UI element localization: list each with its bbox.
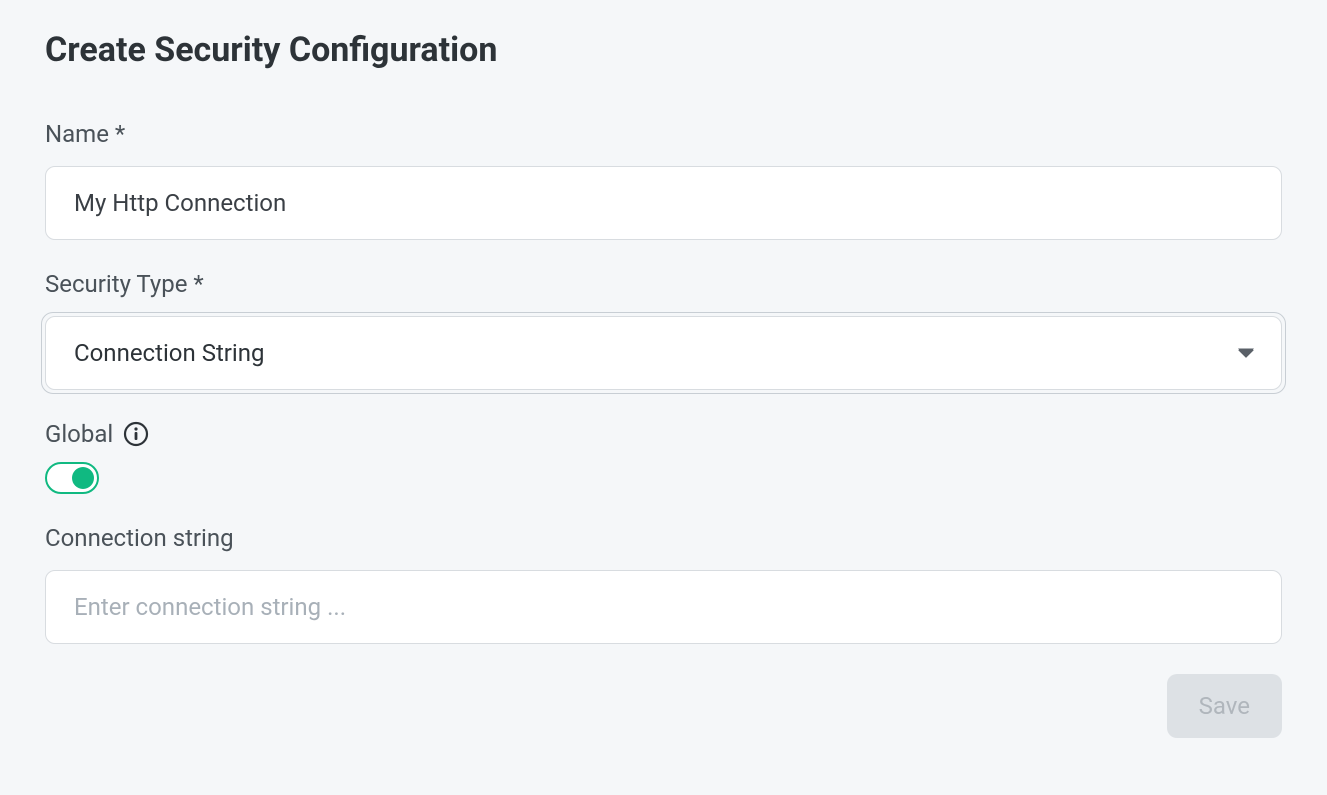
- global-field-group: Global: [45, 420, 1282, 494]
- page-title: Create Security Configuration: [45, 30, 1282, 70]
- name-field-group: Name *: [45, 120, 1282, 240]
- security-type-field-group: Security Type * Connection String: [45, 270, 1282, 390]
- toggle-knob: [72, 467, 94, 489]
- connection-string-label: Connection string: [45, 524, 1282, 552]
- security-type-select[interactable]: Connection String: [45, 316, 1282, 390]
- name-input[interactable]: [45, 166, 1282, 240]
- save-button[interactable]: Save: [1167, 674, 1282, 738]
- button-row: Save: [45, 674, 1282, 738]
- global-toggle[interactable]: [45, 462, 99, 494]
- security-type-select-wrapper: Connection String: [45, 316, 1282, 390]
- name-label: Name *: [45, 120, 1282, 148]
- global-label: Global: [45, 420, 113, 448]
- security-type-label: Security Type *: [45, 270, 1282, 298]
- info-icon[interactable]: [123, 421, 149, 447]
- connection-string-input[interactable]: [45, 570, 1282, 644]
- connection-string-field-group: Connection string: [45, 524, 1282, 644]
